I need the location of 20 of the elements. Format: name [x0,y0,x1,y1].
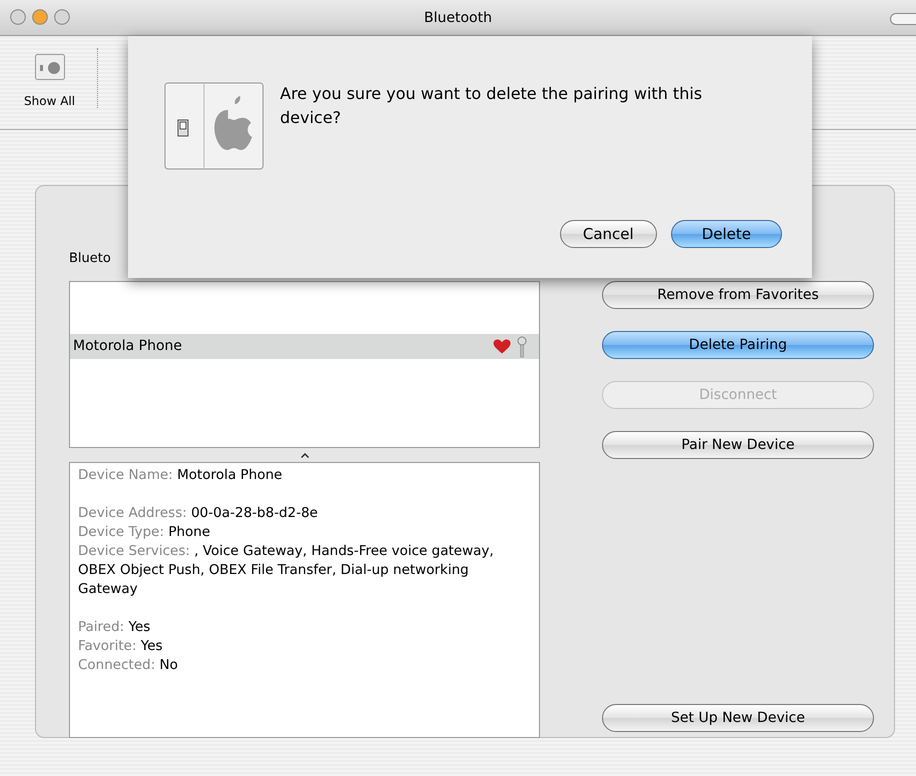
splitter-handle-icon[interactable] [300,452,308,458]
push-button[interactable]: Remove from Favorites [602,281,874,309]
window-title: Bluetooth [424,10,492,26]
device-row[interactable]: Motorola Phone [70,334,539,359]
push-button[interactable]: Pair New Device [602,431,874,459]
section-label: Blueto [69,250,112,268]
toolbar-toggle-icon[interactable] [890,13,916,25]
switch-panel-icon [34,54,65,80]
show-all-button[interactable]: Show All [24,54,76,129]
push-button[interactable]: Delete Pairing [602,331,874,359]
close-button-icon[interactable] [10,9,26,25]
alert-message: Are you sure you want to delete the pairing with this device? [280,83,704,129]
switch-panel-icon [164,82,264,170]
push-button[interactable]: Set Up New Device [602,704,874,732]
zoom-button-icon[interactable] [54,9,70,25]
push-button[interactable]: Delete [670,220,782,248]
minimize-button-icon[interactable] [32,9,48,25]
device-details-panel: Device Name: Motorola Phone Device Address: 00-0a-28-b8-d2-8e Device Type: Phone Device Services: , Voice Gateway, Hands-Free voice gateway, OBEX Object Push, OBEX File Transfer, Dial-up networking Gateway Paired: Yes Favorite: Yes Connected: No [69,462,540,738]
push-button[interactable]: Cancel [560,220,657,248]
push-button: Disconnect [602,381,874,409]
